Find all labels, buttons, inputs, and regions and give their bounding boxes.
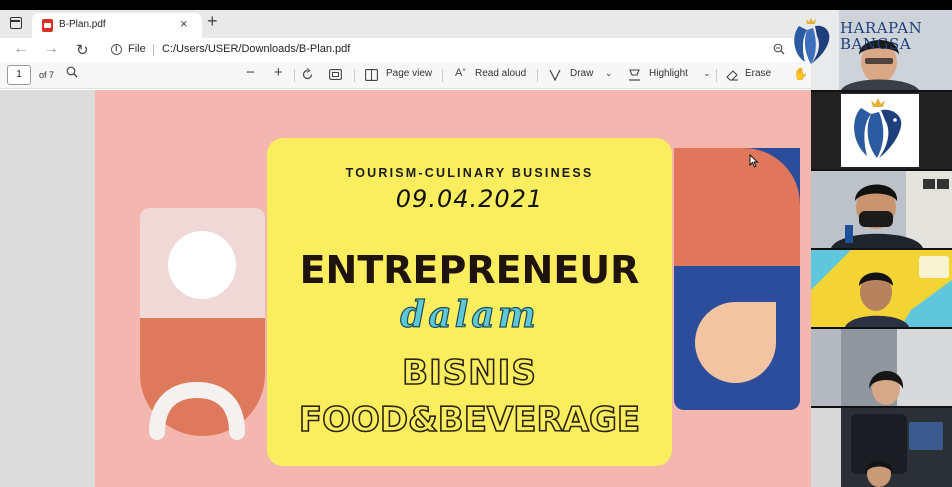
tab-b-plan[interactable]: B-Plan.pdf × <box>32 13 202 38</box>
draw-button[interactable]: Draw <box>570 68 593 79</box>
address-bar: ← → ↻ File C:/Users/USER/Downloads/B-Pla… <box>0 38 811 62</box>
toolbar-divider <box>442 69 443 82</box>
slide-line-food-beverage: FOOD&BEVERAGE <box>298 399 641 441</box>
site-info-icon[interactable] <box>111 43 122 55</box>
address-divider <box>153 44 154 56</box>
slide-date: 09.04.2021 <box>395 185 544 213</box>
deco-arch <box>149 382 245 440</box>
harapan-bangsa-logo-icon <box>854 98 902 158</box>
participant-tile-logo[interactable] <box>811 92 952 169</box>
zoom-out-button[interactable]: − <box>246 64 255 81</box>
reload-button[interactable]: ↻ <box>76 41 89 59</box>
back-button[interactable]: ← <box>13 40 29 58</box>
file-scheme-label: File <box>128 43 146 55</box>
slide-line-bisnis: BISNIS <box>401 352 537 394</box>
participant-tile-masked[interactable] <box>811 171 952 248</box>
pdf-viewer[interactable]: TOURISM-CULINARY BUSINESS 09.04.2021 ENT… <box>0 90 811 487</box>
toolbar-divider <box>354 69 355 82</box>
participant-tile-office[interactable] <box>811 408 952 487</box>
deco-circle <box>168 231 236 299</box>
highlight-chevron-down-icon[interactable]: ⌄ <box>703 68 711 79</box>
tab-close-button[interactable]: × <box>180 16 188 31</box>
slide-title: ENTREPRENEUR <box>299 248 640 292</box>
pdf-page: TOURISM-CULINARY BUSINESS 09.04.2021 ENT… <box>95 90 811 487</box>
brand-logo-icon <box>794 18 830 65</box>
deco-orange-quarter <box>674 148 800 266</box>
pdf-file-icon <box>42 19 53 32</box>
slide-subtitle: TOURISM-CULINARY BUSINESS <box>345 166 594 180</box>
page-view-icon <box>365 69 378 81</box>
participant-video-image <box>811 408 952 487</box>
page-view-button[interactable]: Page view <box>386 68 432 79</box>
screen: B-Plan.pdf × + ← → ↻ File C:/Users/USER/… <box>0 0 952 487</box>
zoom-in-button[interactable]: + <box>274 64 283 81</box>
deco-drop <box>695 302 776 383</box>
draw-chevron-down-icon[interactable]: ⌄ <box>605 68 613 79</box>
draw-icon <box>549 69 561 81</box>
mouse-cursor-icon <box>749 154 759 168</box>
url-field[interactable]: C:/Users/USER/Downloads/B-Plan.pdf <box>162 43 350 55</box>
read-aloud-icon: A» <box>455 67 466 79</box>
participant-video-image <box>811 329 952 406</box>
highlight-icon <box>629 69 640 81</box>
title-card: TOURISM-CULINARY BUSINESS 09.04.2021 ENT… <box>267 138 672 466</box>
read-aloud-button[interactable]: Read aloud <box>475 68 526 79</box>
rotate-icon[interactable] <box>301 68 314 81</box>
browser-window: B-Plan.pdf × + ← → ↻ File C:/Users/USER/… <box>0 10 811 487</box>
participant-video-image <box>811 250 952 327</box>
new-tab-button[interactable]: + <box>207 11 218 32</box>
erase-button[interactable]: Erase <box>745 68 771 79</box>
zoom-icon[interactable] <box>773 43 785 55</box>
slide-connector: dalam <box>400 293 539 336</box>
toolbar-divider <box>537 69 538 82</box>
pdf-toolbar: 1 of 7 − + Page view A» Read aloud Draw … <box>0 62 811 89</box>
find-icon[interactable] <box>66 66 78 78</box>
viewer-margin <box>0 90 95 487</box>
tab-strip: B-Plan.pdf × + <box>0 10 811 38</box>
toolbar-divider <box>716 69 717 82</box>
school-logo-card <box>841 94 919 167</box>
toolbar-divider <box>294 69 295 82</box>
page-total-label: of 7 <box>39 70 55 80</box>
tab-title: B-Plan.pdf <box>59 19 106 30</box>
page-number-input[interactable]: 1 <box>7 65 31 85</box>
fit-page-icon[interactable] <box>329 69 342 80</box>
window-menu-icon[interactable] <box>10 17 22 29</box>
participant-tile-yellow[interactable] <box>811 250 952 327</box>
brand-name: HARAPAN BANGSA <box>840 19 923 53</box>
eraser-icon <box>726 70 738 81</box>
participant-video-image <box>811 171 952 248</box>
touch-icon[interactable]: ✋ <box>793 67 808 81</box>
highlight-button[interactable]: Highlight <box>649 68 688 79</box>
participant-tile-child[interactable] <box>811 329 952 406</box>
forward-button[interactable]: → <box>43 40 59 58</box>
